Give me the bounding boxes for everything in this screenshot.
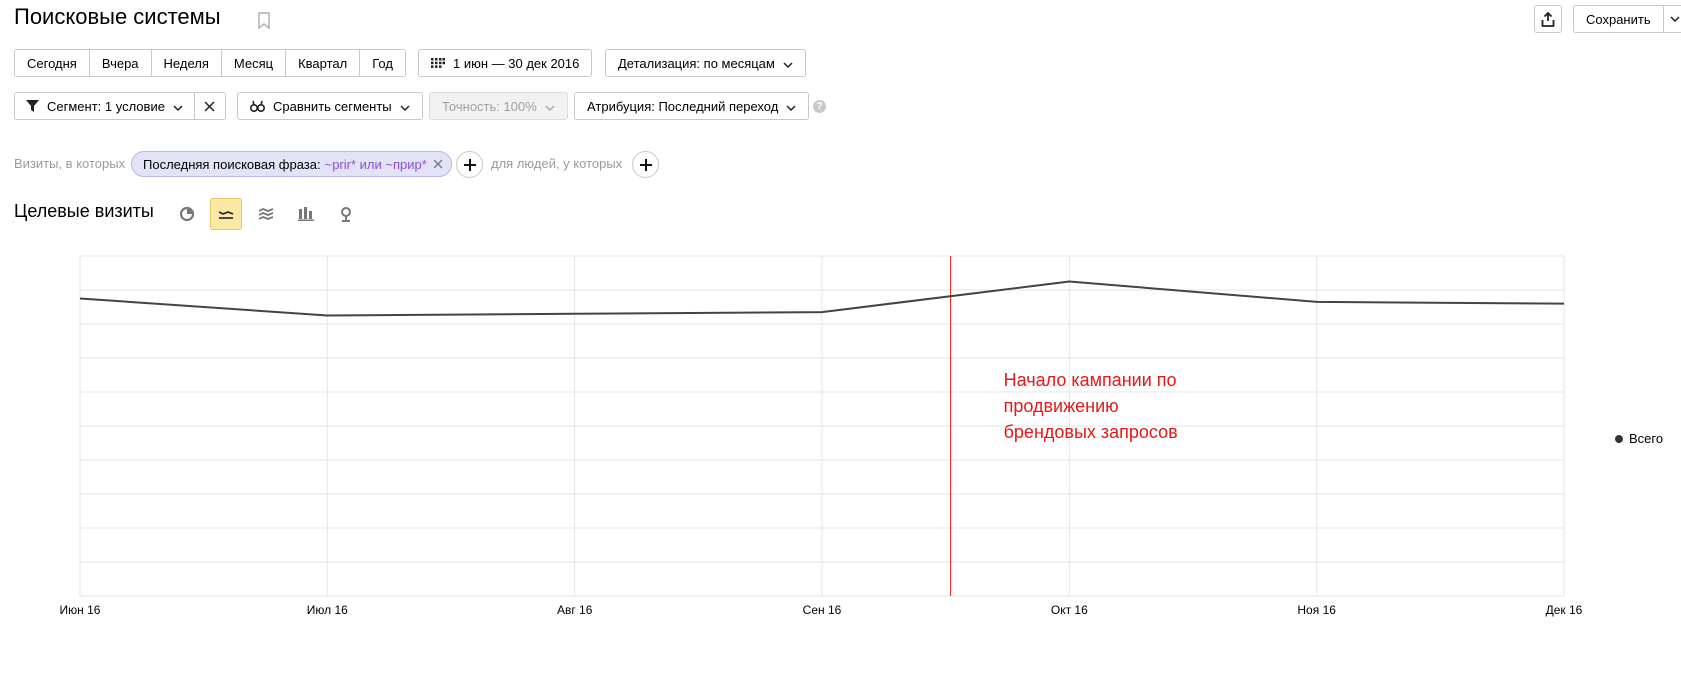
chevron-down-icon [173, 99, 183, 114]
period-yesterday-button[interactable]: Вчера [89, 50, 152, 76]
annotation-line-2: продвижению [1004, 396, 1119, 416]
period-today-button[interactable]: Сегодня [15, 50, 90, 76]
add-visit-condition-button[interactable] [456, 151, 483, 178]
period-month-button[interactable]: Месяц [221, 50, 287, 76]
remove-filter-icon[interactable] [433, 156, 443, 172]
annotation-line-3: брендовых запросов [1004, 422, 1178, 442]
area-chart-icon[interactable] [250, 198, 282, 230]
date-range-button[interactable]: 1 июн — 30 дек 2016 [418, 49, 593, 77]
legend-item-total[interactable]: Всего [1615, 431, 1663, 446]
share-button[interactable] [1534, 5, 1562, 33]
save-button-label: Сохранить [1574, 6, 1664, 32]
filter-icon [26, 100, 39, 112]
pie-chart-icon[interactable] [171, 198, 203, 230]
x-axis-labels: Июн 16 Июл 16 Авг 16 Сен 16 Окт 16 Ноя 16 Дек … [60, 603, 1583, 617]
chevron-down-icon [400, 99, 410, 114]
legend-label: Всего [1629, 431, 1664, 446]
period-week-button[interactable]: Неделя [151, 50, 222, 76]
calendar-icon [431, 58, 445, 68]
compare-label: Сравнить сегменты [273, 98, 392, 114]
line-chart-icon[interactable] [210, 198, 242, 230]
filter-chip[interactable]: Последняя поисковая фраза: ~prir* или ~п… [131, 151, 452, 177]
attribution-select[interactable]: Атрибуция: Последний переход [574, 92, 810, 120]
x-tick-label: Июл 16 [307, 603, 348, 617]
plus-icon [463, 158, 476, 171]
accuracy-label: Точность: 100% [442, 98, 537, 114]
attribution-label: Атрибуция: Последний переход [587, 98, 779, 114]
annotation-line-1: Начало кампании по [1004, 370, 1177, 390]
filter-chip-label: Последняя поисковая фраза: [143, 156, 321, 172]
compare-segments-button[interactable]: Сравнить сегменты [237, 92, 423, 120]
compare-icon [250, 100, 265, 112]
share-icon [1541, 11, 1555, 27]
clear-segment-button[interactable] [195, 93, 225, 119]
map-icon[interactable] [330, 198, 362, 230]
plus-icon [639, 158, 652, 171]
help-icon[interactable]: ? [813, 100, 826, 113]
filter-chip-value: ~prir* или ~прир* [324, 156, 427, 172]
accuracy-select[interactable]: Точность: 100% [429, 92, 568, 120]
people-condition-label: для людей, у которых [491, 156, 623, 171]
x-tick-label: Окт 16 [1051, 603, 1088, 617]
visits-condition-label: Визиты, в которых [14, 156, 126, 171]
chevron-down-icon [783, 56, 793, 71]
x-tick-label: Авг 16 [557, 603, 593, 617]
bar-chart-icon[interactable] [290, 198, 322, 230]
close-icon [204, 100, 215, 112]
period-quarter-button[interactable]: Квартал [286, 50, 361, 76]
legend-dot [1615, 434, 1623, 443]
x-tick-label: Ноя 16 [1297, 603, 1336, 617]
chevron-down-icon[interactable] [1664, 16, 1680, 22]
detail-label: Детализация: по месяцам [618, 55, 775, 71]
period-year-button[interactable]: Год [360, 50, 405, 76]
page-title: Поисковые системы [14, 4, 221, 29]
line-chart: Начало кампании по продвижению брендовых… [60, 255, 1583, 617]
save-button[interactable]: Сохранить [1573, 5, 1681, 33]
add-people-condition-button[interactable] [632, 151, 659, 178]
segment-button[interactable]: Сегмент: 1 условие [14, 92, 226, 120]
x-tick-label: Июн 16 [60, 603, 101, 617]
bookmark-icon[interactable] [258, 12, 270, 30]
chart-title: Целевые визиты [14, 201, 154, 221]
chevron-down-icon [545, 99, 555, 114]
chevron-down-icon [786, 99, 796, 114]
x-tick-label: Дек 16 [1546, 603, 1583, 617]
date-range-label: 1 июн — 30 дек 2016 [453, 55, 580, 71]
period-button-group: Сегодня Вчера Неделя Месяц Квартал Год [14, 49, 406, 77]
detail-select[interactable]: Детализация: по месяцам [605, 49, 806, 77]
x-tick-label: Сен 16 [803, 603, 842, 617]
segment-label: Сегмент: 1 условие [47, 98, 165, 114]
